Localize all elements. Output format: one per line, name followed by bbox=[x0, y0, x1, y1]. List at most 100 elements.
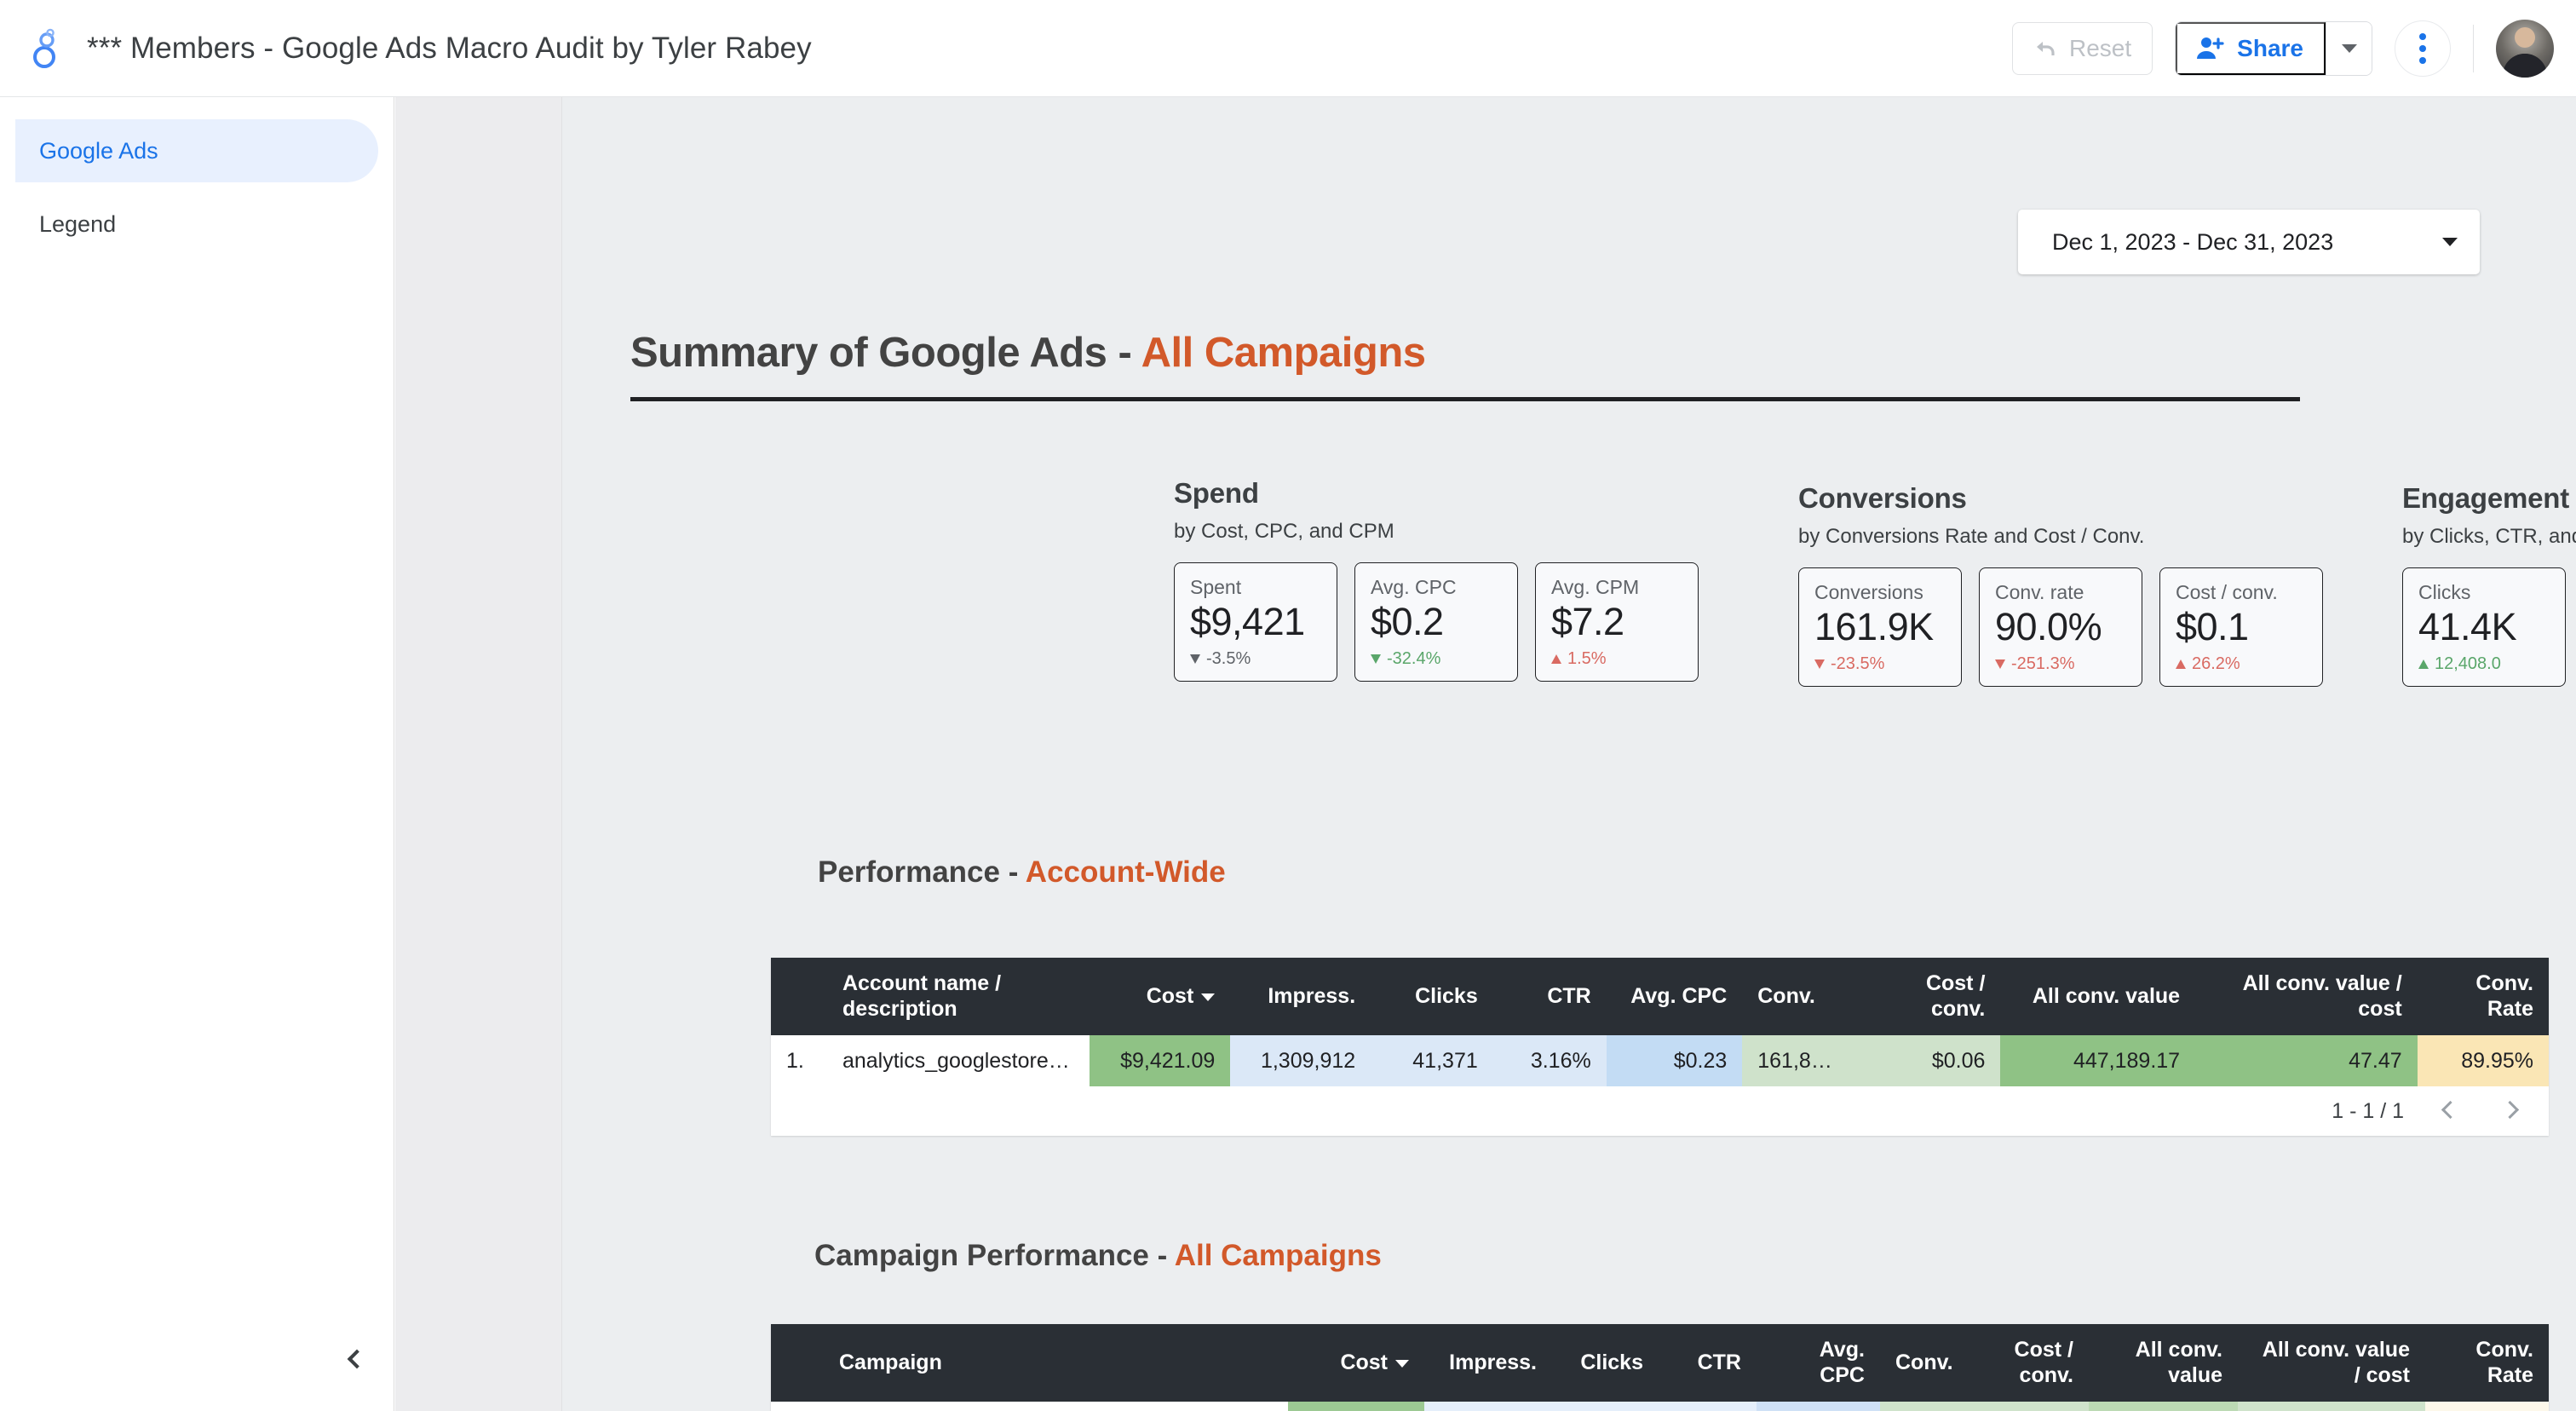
sidebar-item-label: Legend bbox=[39, 210, 117, 237]
cell-conv-rate: 44.77% bbox=[2425, 1402, 2549, 1411]
cell-impressions: 619,061 bbox=[1424, 1402, 1552, 1411]
column-header-all-conv-value-per-cost[interactable]: All conv. value / cost bbox=[2195, 958, 2418, 1035]
table-pagination: 1 - 1 / 1 bbox=[771, 1086, 2549, 1136]
kpi-delta: -23.5% bbox=[1814, 654, 1946, 674]
summary-title-accent: All Campaigns bbox=[1141, 330, 1426, 376]
kpi-value: 161.9K bbox=[1814, 605, 1934, 649]
report-canvas: Dec 1, 2023 - Dec 31, 2023 Summary of Go… bbox=[395, 97, 2576, 1411]
campaign-performance-table: Campaign Cost Impress. Clicks CTR Avg. C… bbox=[771, 1324, 2549, 1411]
cell-all-conv-value: 447,189.17 bbox=[2000, 1035, 2196, 1086]
account-section-title-main: Performance - bbox=[818, 855, 1026, 889]
column-header-ctr[interactable]: CTR bbox=[1659, 1324, 1757, 1402]
sidebar-collapse-button[interactable] bbox=[335, 1339, 374, 1379]
cell-cost: $3,838.75 bbox=[1288, 1402, 1424, 1411]
column-header-conv-rate[interactable]: Conv. Rate bbox=[2417, 958, 2549, 1035]
account-section-title: Performance - Account-Wide bbox=[818, 855, 1226, 890]
column-header-clicks[interactable]: Clicks bbox=[1552, 1324, 1659, 1402]
sidebar-item-legend[interactable]: Legend bbox=[15, 193, 378, 256]
column-header-conv-rate[interactable]: Conv. Rate bbox=[2425, 1324, 2549, 1402]
column-header-avg-cpc[interactable]: Avg. CPC bbox=[1606, 958, 1743, 1035]
kpi-label: Cost / conv. bbox=[2176, 581, 2278, 603]
column-header-clicks[interactable]: Clicks bbox=[1371, 958, 1493, 1035]
kpi-card-cost-per-conv[interactable]: Cost / conv. $0.1 26.2% bbox=[2159, 567, 2323, 688]
column-header-avg-cpc[interactable]: Avg. CPC bbox=[1757, 1324, 1880, 1402]
column-header-index bbox=[771, 958, 827, 1035]
column-header-cost-per-conv[interactable]: Cost / conv. bbox=[1982, 1324, 2089, 1402]
dot bbox=[2419, 56, 2426, 64]
kpi-card-row: Conversions 161.9K -23.5% Conv. rate 90.… bbox=[1798, 567, 2340, 688]
kpi-delta-value: -3.5% bbox=[1206, 649, 1251, 669]
kpi-card-conversions[interactable]: Conversions 161.9K -23.5% bbox=[1798, 567, 1962, 688]
column-header-cost-per-conv[interactable]: Cost / conv. bbox=[1855, 958, 2001, 1035]
data-studio-logo-icon bbox=[33, 28, 55, 68]
title-rule bbox=[630, 397, 2300, 401]
column-header-all-conv-value[interactable]: All conv. value bbox=[2000, 958, 2196, 1035]
column-header-account-name[interactable]: Account name / description bbox=[826, 958, 1090, 1035]
more-options-button[interactable] bbox=[2395, 20, 2451, 77]
column-header-ctr[interactable]: CTR bbox=[1492, 958, 1607, 1035]
reset-button[interactable]: Reset bbox=[2012, 21, 2153, 75]
kpi-label: Conversions bbox=[1814, 581, 1923, 603]
cell-campaign: 1009693 | Google Analytics Demo | DR | M… bbox=[824, 1402, 1288, 1411]
kpi-card-conv-rate[interactable]: Conv. rate 90.0% -251.3% bbox=[1979, 567, 2142, 688]
kpi-card-clicks[interactable]: Clicks 41.4K 12,408.0 bbox=[2402, 567, 2566, 688]
column-header-cost[interactable]: Cost bbox=[1288, 1324, 1424, 1402]
cell-all-conv-value-per-cost: 29.33 bbox=[2238, 1402, 2425, 1411]
arrow-up-icon bbox=[1551, 654, 1561, 665]
cell-ctr: 3.16% bbox=[1492, 1035, 1607, 1086]
kpi-group-title: Conversions bbox=[1798, 482, 1967, 514]
pagination-next-button[interactable] bbox=[2498, 1098, 2523, 1124]
row-index: 1. bbox=[771, 1402, 824, 1411]
divider bbox=[2473, 24, 2474, 72]
sidebar-item-google-ads[interactable]: Google Ads bbox=[15, 119, 378, 182]
column-header-campaign[interactable]: Campaign bbox=[824, 1324, 1288, 1402]
kpi-card-avg-cpc[interactable]: Avg. CPC $0.2 -32.4% bbox=[1354, 562, 1518, 682]
avatar[interactable] bbox=[2496, 19, 2554, 78]
share-dropdown-button[interactable] bbox=[2326, 21, 2372, 75]
column-header-impressions[interactable]: Impress. bbox=[1424, 1324, 1552, 1402]
pagination-range: 1 - 1 / 1 bbox=[2332, 1098, 2404, 1123]
kpi-label: Avg. CPC bbox=[1371, 576, 1457, 598]
arrow-down-icon bbox=[1371, 654, 1381, 665]
column-header-cost[interactable]: Cost bbox=[1090, 958, 1231, 1035]
table-row[interactable]: 1. 1009693 | Google Analytics Demo | DR … bbox=[771, 1402, 2549, 1411]
cell-ctr: 3.08% bbox=[1659, 1402, 1757, 1411]
share-label: Share bbox=[2237, 34, 2303, 61]
kpi-card-avg-cpm[interactable]: Avg. CPM $7.2 1.5% bbox=[1535, 562, 1699, 682]
kpi-value: $7.2 bbox=[1551, 600, 1624, 644]
chevron-down-icon bbox=[2341, 43, 2357, 53]
pagination-prev-button[interactable] bbox=[2438, 1098, 2464, 1124]
share-button[interactable]: Share bbox=[2176, 21, 2326, 75]
cell-all-conv-value: 112,585.51 bbox=[2089, 1402, 2238, 1411]
kpi-group-byline: by Cost, CPC, and CPM bbox=[1174, 520, 1394, 543]
header-actions: Reset Share bbox=[2012, 19, 2554, 78]
kpi-label: Avg. CPM bbox=[1551, 576, 1640, 598]
kpi-card-row: Spent $9,421 -3.5% Avg. CPC $0.2 -32.4% bbox=[1174, 562, 1716, 682]
kpi-label: Clicks bbox=[2418, 581, 2471, 603]
account-performance-table: Account name / description Cost Impress.… bbox=[771, 958, 2549, 1136]
kpi-group-spend: Spend by Cost, CPC, and CPM Spent $9,421… bbox=[1174, 477, 1716, 682]
chevron-left-icon bbox=[347, 1349, 366, 1369]
kpi-delta: -32.4% bbox=[1371, 649, 1502, 669]
cell-all-conv-value-per-cost: 47.47 bbox=[2195, 1035, 2418, 1086]
cell-clicks: 41,371 bbox=[1371, 1035, 1493, 1086]
column-header-impressions[interactable]: Impress. bbox=[1230, 958, 1371, 1035]
table-header-row: Campaign Cost Impress. Clicks CTR Avg. C… bbox=[771, 1324, 2549, 1402]
column-header-conv[interactable]: Conv. bbox=[1742, 958, 1856, 1035]
kpi-group-title: Engagement bbox=[2402, 482, 2570, 514]
kpi-label: Conv. rate bbox=[1995, 581, 2084, 603]
dot bbox=[2419, 44, 2426, 52]
kpi-value: 90.0% bbox=[1995, 605, 2102, 649]
column-header-conv[interactable]: Conv. bbox=[1880, 1324, 1982, 1402]
table-row[interactable]: 1. analytics_googlestore_NA $9,421.09 1,… bbox=[771, 1035, 2549, 1086]
column-header-all-conv-value[interactable]: All conv. value bbox=[2089, 1324, 2238, 1402]
cell-avg-cpc: $0.23 bbox=[1606, 1035, 1743, 1086]
cell-conv-rate: 89.95% bbox=[2417, 1035, 2549, 1086]
date-range-picker[interactable]: Dec 1, 2023 - Dec 31, 2023 bbox=[2018, 210, 2480, 274]
column-header-label: Cost bbox=[1340, 1350, 1388, 1374]
column-header-all-conv-value-per-cost[interactable]: All conv. value / cost bbox=[2238, 1324, 2425, 1402]
kpi-card-spent[interactable]: Spent $9,421 -3.5% bbox=[1174, 562, 1337, 682]
kpi-group-byline: by Clicks, CTR, and Impressions bbox=[2402, 525, 2576, 548]
cell-conv: 161,866.... bbox=[1742, 1035, 1856, 1086]
campaign-section-title-accent: All Campaigns bbox=[1174, 1239, 1382, 1272]
